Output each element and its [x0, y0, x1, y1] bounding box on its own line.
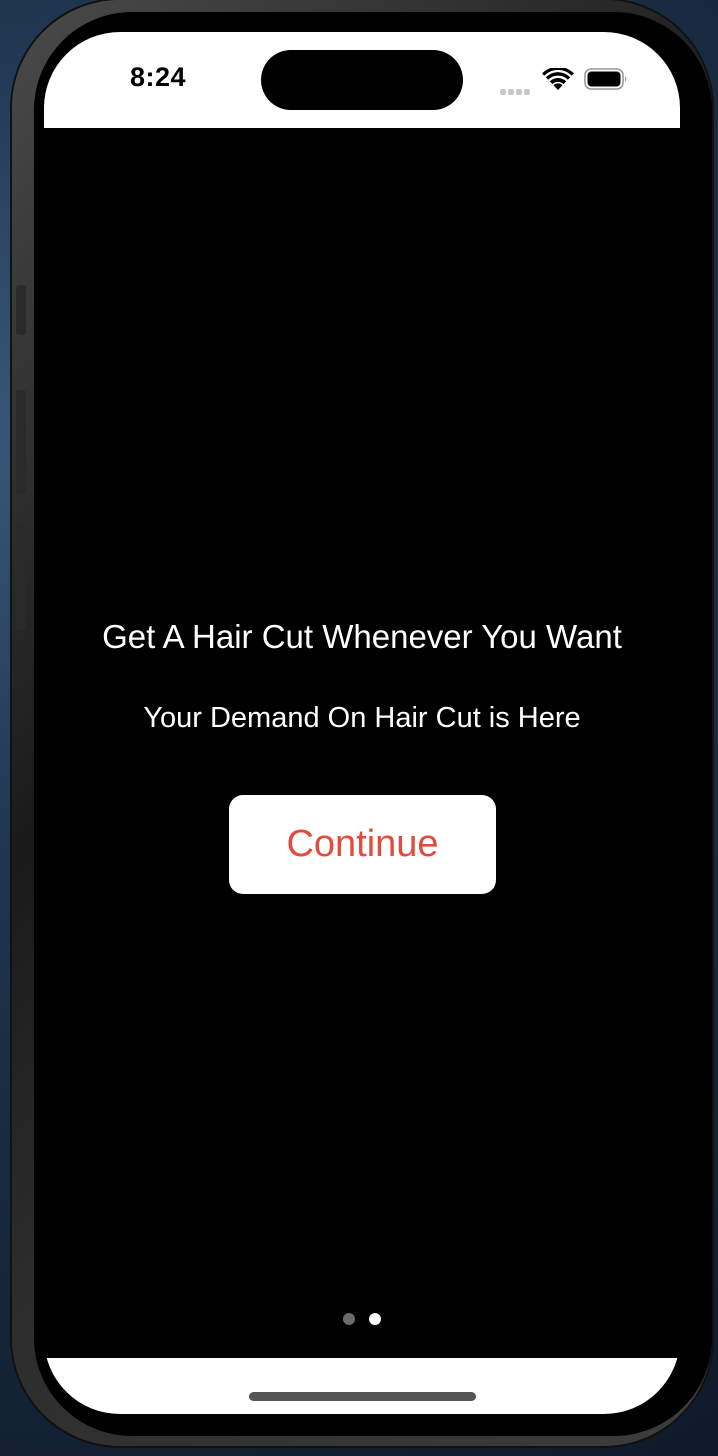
dynamic-island: [261, 50, 463, 110]
page-indicator[interactable]: [44, 1312, 680, 1328]
cellular-signal-icon: [500, 82, 534, 95]
status-time: 8:24: [130, 62, 187, 92]
phone-screen: 8:24 Get A Hair Cut Whenever You Want Yo…: [44, 32, 680, 1414]
home-indicator[interactable]: [249, 1392, 476, 1401]
onboarding-subline: Your Demand On Hair Cut is Here: [143, 702, 581, 734]
onboarding-headline: Get A Hair Cut Whenever You Want: [102, 618, 622, 655]
action-button: [16, 285, 26, 335]
page-dot-2-active[interactable]: [369, 1313, 381, 1325]
volume-down-button: [16, 525, 26, 630]
onboarding-page: Get A Hair Cut Whenever You Want Your De…: [44, 128, 680, 1358]
wifi-icon: [542, 68, 574, 90]
battery-icon: [584, 68, 627, 90]
status-bar: 8:24: [44, 32, 680, 128]
bottom-bar: [44, 1358, 680, 1414]
continue-button[interactable]: Continue: [229, 795, 496, 894]
page-dot-1[interactable]: [343, 1313, 355, 1325]
volume-up-button: [16, 390, 26, 495]
